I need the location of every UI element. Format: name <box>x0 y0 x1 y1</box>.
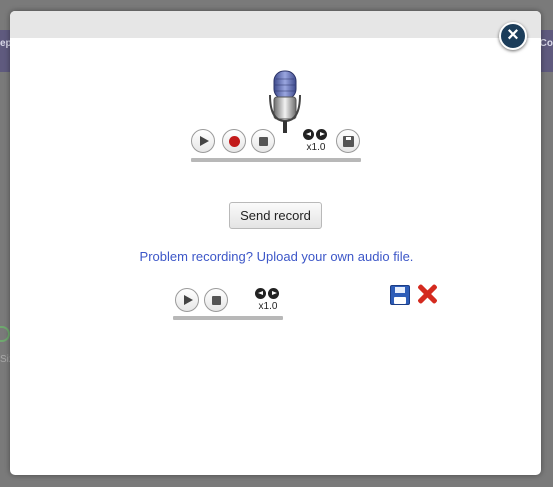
record-button[interactable] <box>222 129 246 153</box>
player-stop-button[interactable] <box>204 288 228 312</box>
audio-recorder-dialog: x1.0 Send record Problem recording? Uplo… <box>10 11 541 475</box>
slower-icon[interactable] <box>255 288 266 299</box>
save-icon <box>343 136 354 147</box>
background-tab-right: Co <box>539 38 553 49</box>
player-play-button[interactable] <box>175 288 199 312</box>
slower-icon[interactable] <box>303 129 314 140</box>
recorder-save-button[interactable] <box>336 129 360 153</box>
audio-player-controls: x1.0 <box>173 286 283 322</box>
red-x-icon[interactable] <box>416 283 438 305</box>
background-refresh-icon <box>0 326 10 342</box>
player-progress-track[interactable] <box>173 316 283 320</box>
recorder-controls: x1.0 <box>191 127 361 163</box>
recorder-play-button[interactable] <box>191 129 215 153</box>
upload-audio-link[interactable]: Problem recording? Upload your own audio… <box>10 249 541 264</box>
recorder-stop-button[interactable] <box>251 129 275 153</box>
player-speed-control: x1.0 <box>255 288 281 314</box>
floppy-disk-icon[interactable] <box>390 285 410 305</box>
play-icon <box>200 136 209 146</box>
faster-icon[interactable] <box>316 129 327 140</box>
recorder-progress-track[interactable] <box>191 158 361 162</box>
faster-icon[interactable] <box>268 288 279 299</box>
play-icon <box>184 295 193 305</box>
send-record-button[interactable]: Send record <box>229 202 322 229</box>
stop-icon <box>212 296 221 305</box>
close-dialog-button[interactable]: × <box>499 22 527 50</box>
recorder-speed-control: x1.0 <box>303 129 329 155</box>
player-speed-label: x1.0 <box>258 301 278 312</box>
dialog-header <box>10 11 541 38</box>
stop-icon <box>259 137 268 146</box>
record-icon <box>229 136 240 147</box>
recorder-speed-label: x1.0 <box>306 142 326 153</box>
